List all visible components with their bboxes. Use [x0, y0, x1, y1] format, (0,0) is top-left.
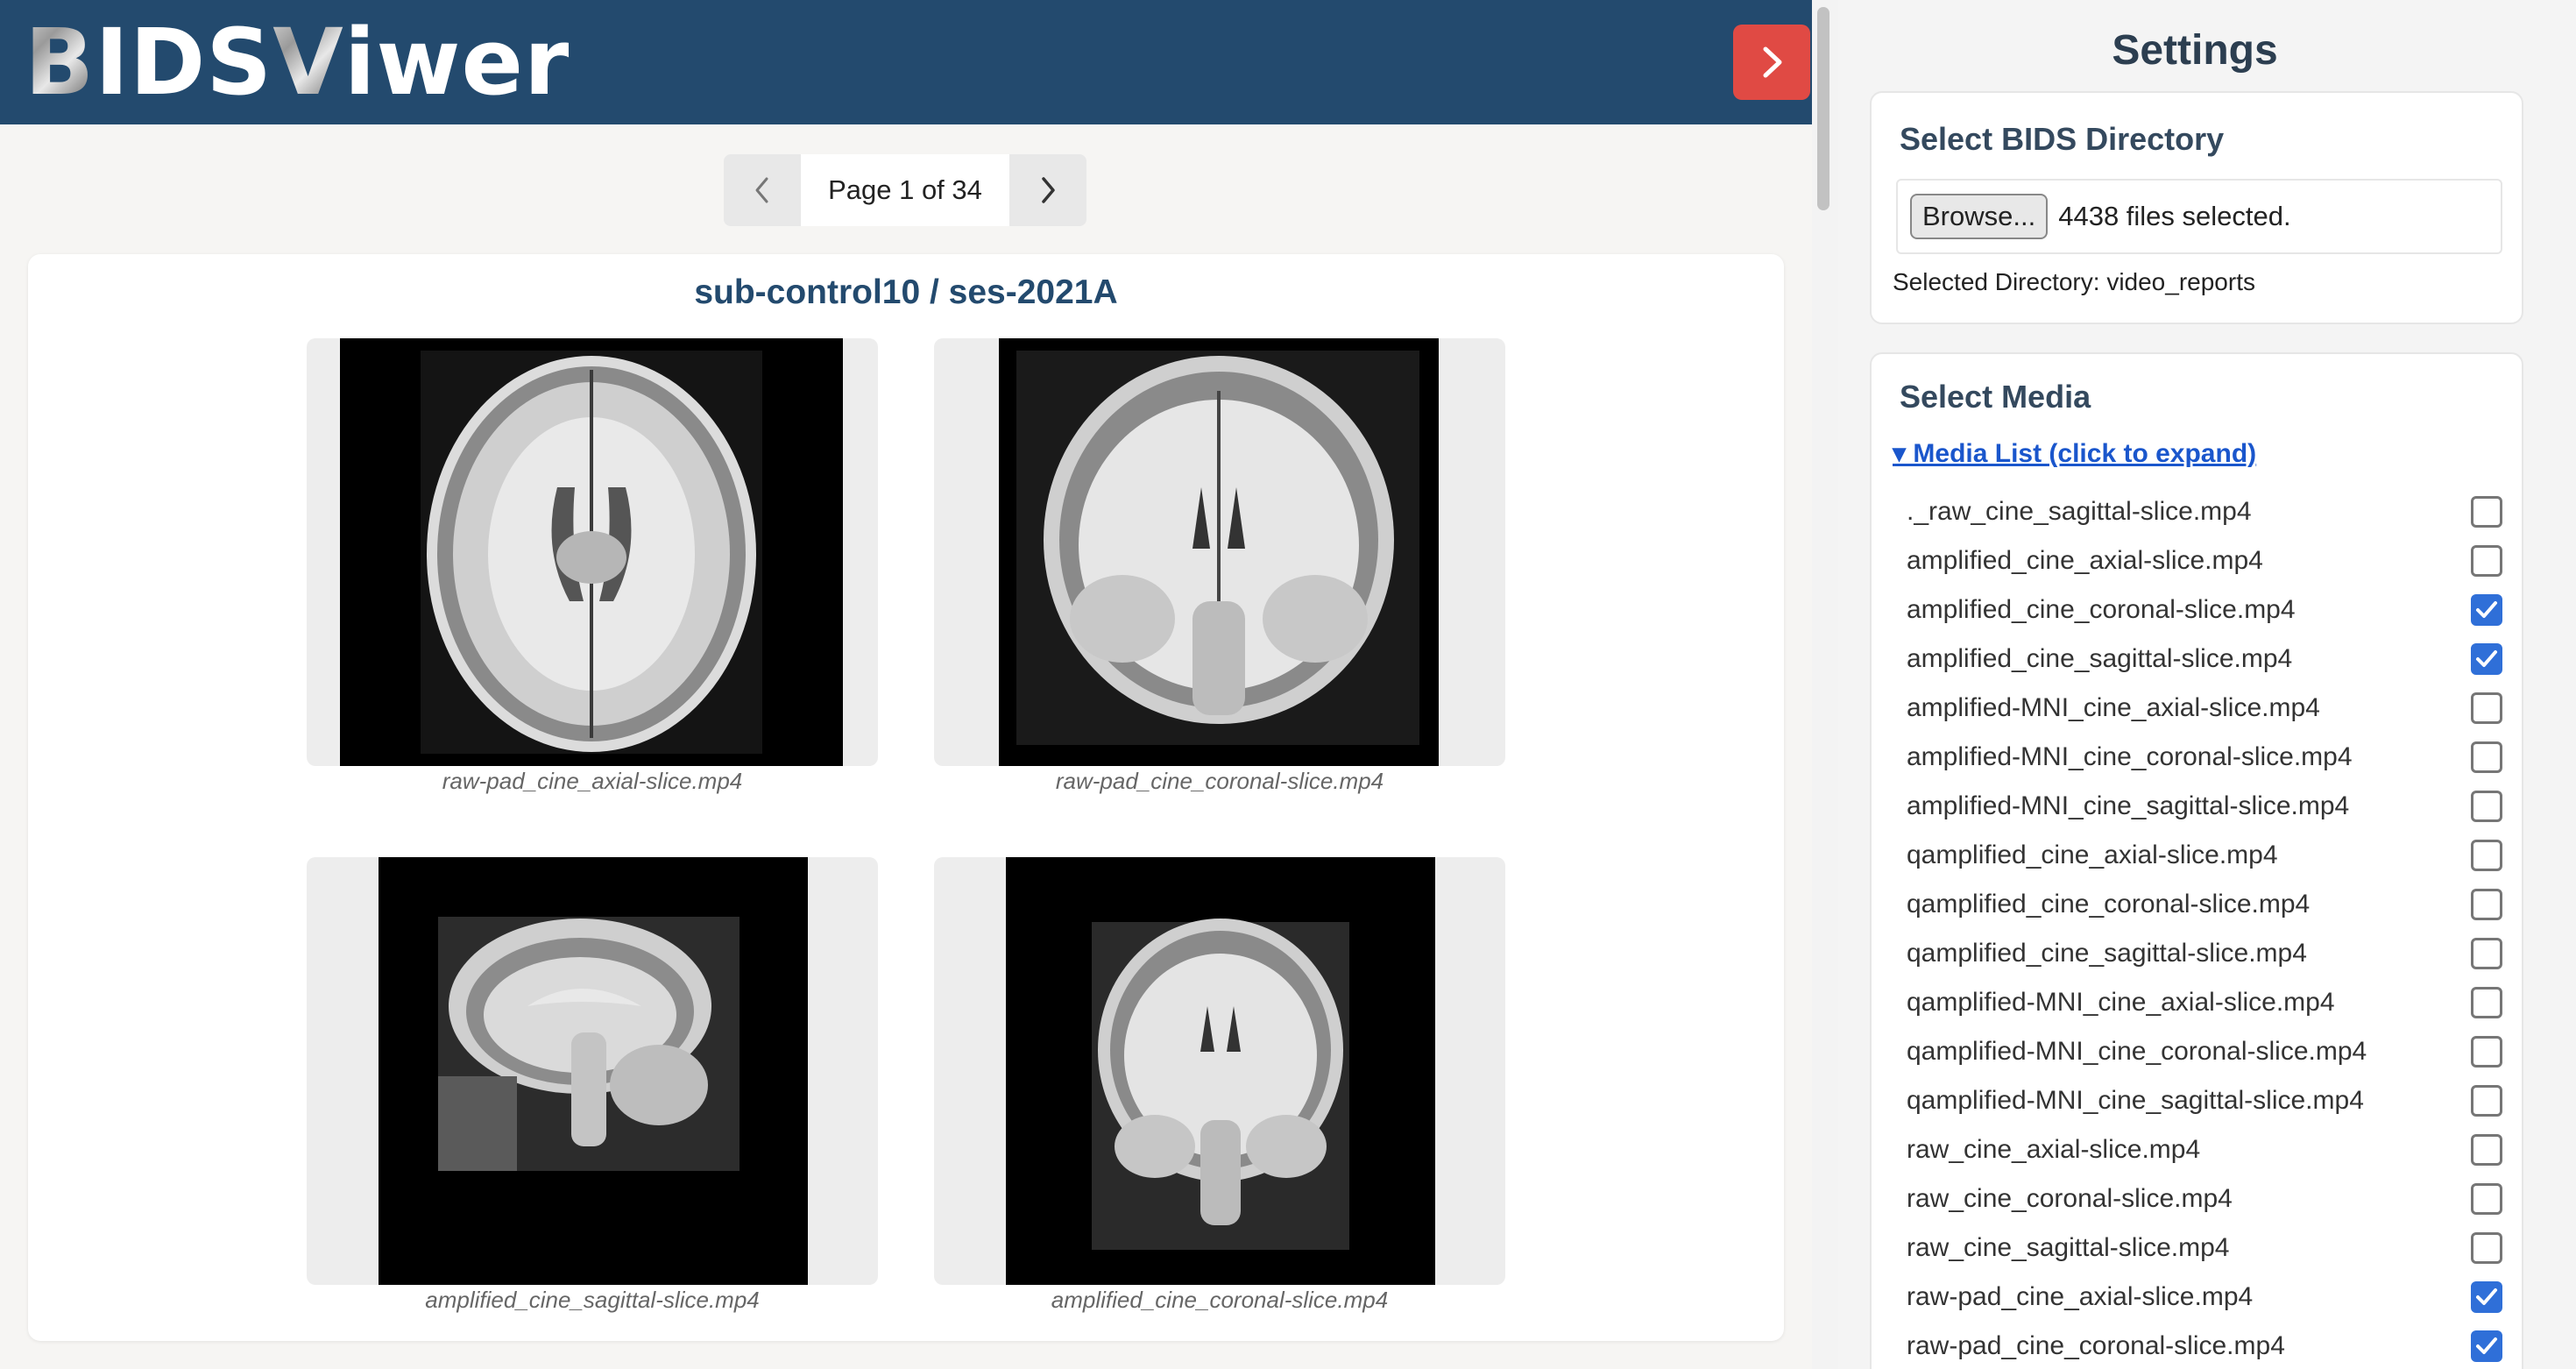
media-item-label: amplified_cine_axial-slice.mp4	[1907, 546, 2263, 575]
media-item-checkbox[interactable]	[2471, 692, 2502, 724]
media-item-checkbox[interactable]	[2471, 1134, 2502, 1166]
media-item-checkbox[interactable]	[2471, 1036, 2502, 1068]
app-header: B IDS Viwer	[0, 0, 1812, 124]
video-player[interactable]	[379, 857, 808, 1285]
media-list-item[interactable]: raw-pad_cine_coronal-slice.mp4	[1907, 1322, 2502, 1369]
media-item-checkbox[interactable]	[2471, 1281, 2502, 1313]
media-list-toggle[interactable]: ▾ Media List (click to expand)	[1893, 438, 2256, 469]
media-card: Select Media ▾ Media List (click to expa…	[1870, 352, 2523, 1369]
media-item-label: raw-pad_cine_coronal-slice.mp4	[1907, 1331, 2285, 1360]
checkmark-icon	[2476, 1288, 2497, 1305]
coronal-brain-image	[1092, 919, 1349, 1250]
video-player[interactable]	[999, 338, 1439, 766]
media-item-label: qamplified_cine_coronal-slice.mp4	[1907, 890, 2311, 919]
video-tile[interactable]	[934, 857, 1505, 1285]
media-item-label: amplified-MNI_cine_coronal-slice.mp4	[1907, 742, 2353, 771]
session-panel: sub-control10 / ses-2021A raw-pad_cine_a…	[28, 254, 1784, 1341]
browse-button[interactable]: Browse...	[1910, 194, 2049, 239]
selected-directory-text: Selected Directory: video_reports	[1893, 268, 2255, 295]
video-tile[interactable]	[307, 857, 878, 1285]
media-item-label: amplified_cine_coronal-slice.mp4	[1907, 595, 2296, 624]
prev-page-button[interactable]	[724, 154, 801, 226]
media-list-item[interactable]: raw_cine_coronal-slice.mp4	[1907, 1174, 2502, 1224]
media-item-label: qamplified-MNI_cine_coronal-slice.mp4	[1907, 1037, 2367, 1066]
video-caption: raw-pad_cine_axial-slice.mp4	[442, 768, 743, 794]
video-tile[interactable]	[307, 338, 878, 766]
media-list-item[interactable]: amplified-MNI_cine_axial-slice.mp4	[1907, 684, 2502, 733]
main-scrollbar[interactable]	[1817, 7, 1829, 210]
media-item-checkbox[interactable]	[2471, 987, 2502, 1018]
sagittal-brain-image	[438, 917, 740, 1171]
chevron-right-icon	[1042, 177, 1055, 203]
media-item-label: amplified-MNI_cine_sagittal-slice.mp4	[1907, 791, 2350, 820]
media-list-item[interactable]: raw_cine_sagittal-slice.mp4	[1907, 1224, 2502, 1273]
media-item-label: raw_cine_sagittal-slice.mp4	[1907, 1233, 2230, 1262]
media-list-item[interactable]: qamplified_cine_axial-slice.mp4	[1907, 831, 2502, 880]
media-item-checkbox[interactable]	[2471, 1330, 2502, 1362]
checkmark-icon	[2476, 1337, 2497, 1354]
media-list-item[interactable]: amplified-MNI_cine_coronal-slice.mp4	[1907, 733, 2502, 782]
chevron-right-icon	[1763, 46, 1782, 78]
media-item-checkbox[interactable]	[2471, 938, 2502, 969]
media-item-label: qamplified-MNI_cine_sagittal-slice.mp4	[1907, 1086, 2364, 1115]
media-item-checkbox[interactable]	[2471, 889, 2502, 920]
directory-heading: Select BIDS Directory	[1900, 121, 2225, 157]
settings-sidebar: Settings Select BIDS Directory Browse...…	[1838, 0, 2576, 1369]
media-item-label: raw_cine_coronal-slice.mp4	[1907, 1184, 2233, 1213]
media-item-checkbox[interactable]	[2471, 791, 2502, 822]
media-list-item[interactable]: qamplified-MNI_cine_axial-slice.mp4	[1907, 978, 2502, 1027]
media-item-checkbox[interactable]	[2471, 643, 2502, 675]
media-item-label: amplified-MNI_cine_axial-slice.mp4	[1907, 693, 2320, 722]
media-item-label: qamplified_cine_axial-slice.mp4	[1907, 841, 2278, 869]
axial-brain-image	[421, 351, 762, 754]
media-list-item[interactable]: amplified_cine_sagittal-slice.mp4	[1907, 635, 2502, 684]
coronal-brain-image	[1016, 351, 1419, 745]
app-logo: B IDS Viwer	[25, 9, 570, 116]
media-item-checkbox[interactable]	[2471, 496, 2502, 528]
chevron-left-icon	[755, 177, 768, 203]
media-item-label: amplified_cine_sagittal-slice.mp4	[1907, 644, 2293, 673]
media-item-checkbox[interactable]	[2471, 1085, 2502, 1117]
next-page-button[interactable]	[1009, 154, 1086, 226]
media-item-label: qamplified_cine_sagittal-slice.mp4	[1907, 939, 2307, 968]
video-player[interactable]	[1006, 857, 1435, 1285]
media-list-item[interactable]: raw-pad_cine_axial-slice.mp4	[1907, 1273, 2502, 1322]
media-list-item[interactable]: raw_cine_axial-slice.mp4	[1907, 1125, 2502, 1174]
media-list-item[interactable]: qamplified_cine_coronal-slice.mp4	[1907, 880, 2502, 929]
checkmark-icon	[2476, 601, 2497, 618]
toggle-sidebar-button[interactable]	[1733, 25, 1810, 100]
media-item-label: ._raw_cine_sagittal-slice.mp4	[1907, 497, 2252, 526]
files-selected-status: 4438 files selected.	[2058, 201, 2291, 231]
media-item-label: raw_cine_axial-slice.mp4	[1907, 1135, 2201, 1164]
checkmark-icon	[2476, 650, 2497, 667]
video-tile[interactable]	[934, 338, 1505, 766]
media-item-checkbox[interactable]	[2471, 1183, 2502, 1215]
media-item-checkbox[interactable]	[2471, 840, 2502, 871]
video-caption: amplified_cine_sagittal-slice.mp4	[425, 1287, 760, 1313]
session-title: sub-control10 / ses-2021A	[694, 273, 1118, 311]
media-list-item[interactable]: qamplified-MNI_cine_coronal-slice.mp4	[1907, 1027, 2502, 1076]
pagination: Page 1 of 34	[724, 154, 1086, 226]
video-player[interactable]	[340, 338, 843, 766]
settings-title: Settings	[2112, 27, 2278, 74]
media-item-checkbox[interactable]	[2471, 741, 2502, 773]
directory-file-input[interactable]: Browse... 4438 files selected.	[1896, 179, 2502, 254]
video-caption: amplified_cine_coronal-slice.mp4	[1051, 1287, 1389, 1313]
media-item-label: qamplified-MNI_cine_axial-slice.mp4	[1907, 988, 2335, 1017]
main-area: B IDS Viwer Page 1 of 34 sub-control10 / s…	[0, 0, 1812, 1369]
media-heading: Select Media	[1900, 379, 2091, 415]
media-item-checkbox[interactable]	[2471, 594, 2502, 626]
media-list-item[interactable]: qamplified-MNI_cine_sagittal-slice.mp4	[1907, 1076, 2502, 1125]
media-list-item[interactable]: amplified_cine_axial-slice.mp4	[1907, 536, 2502, 585]
media-item-checkbox[interactable]	[2471, 545, 2502, 577]
media-item-label: raw-pad_cine_axial-slice.mp4	[1907, 1282, 2254, 1311]
video-caption: raw-pad_cine_coronal-slice.mp4	[1055, 768, 1384, 794]
media-list-item[interactable]: amplified_cine_coronal-slice.mp4	[1907, 585, 2502, 635]
media-item-checkbox[interactable]	[2471, 1232, 2502, 1264]
directory-card: Select BIDS Directory Browse... 4438 fil…	[1870, 91, 2523, 324]
media-list-item[interactable]: amplified-MNI_cine_sagittal-slice.mp4	[1907, 782, 2502, 831]
page-indicator: Page 1 of 34	[801, 154, 1009, 226]
media-list-item[interactable]: ._raw_cine_sagittal-slice.mp4	[1907, 487, 2502, 536]
media-list-item[interactable]: qamplified_cine_sagittal-slice.mp4	[1907, 929, 2502, 978]
